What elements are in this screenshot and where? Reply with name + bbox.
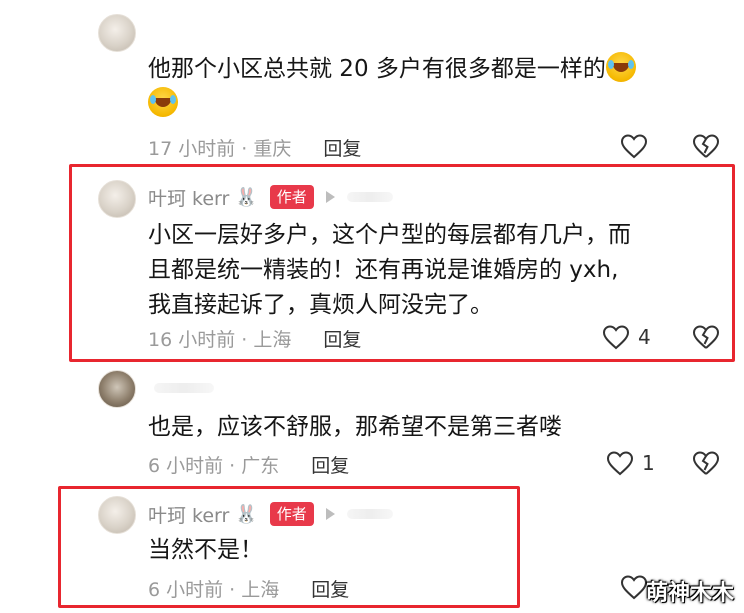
comment-text: 当然不是！: [148, 537, 263, 563]
heart-icon: [620, 134, 648, 159]
like-button[interactable]: 1: [606, 450, 655, 476]
rabbit-icon: 🐰: [235, 186, 258, 208]
comment-text: 也是，应该不舒服，那希望不是第三者喽: [148, 414, 562, 440]
comment-meta: 6 小时前 · 上海 回复: [148, 574, 349, 602]
author-badge: 作者: [269, 185, 314, 209]
rabbit-icon: 🐰: [235, 503, 258, 525]
author-row: 叶珂 kerr 🐰 作者: [148, 500, 393, 528]
avatar[interactable]: [98, 14, 136, 52]
like-button[interactable]: [620, 133, 648, 159]
laughing-crying-emoji-icon: [605, 52, 636, 82]
author-name[interactable]: 叶珂 kerr: [148, 184, 229, 211]
like-count: 4: [638, 325, 651, 349]
author-row: 叶珂 kerr 🐰 作者: [148, 183, 393, 211]
name-row: [148, 374, 214, 402]
broken-heart-icon[interactable]: [692, 450, 720, 476]
like-button[interactable]: 4: [602, 324, 651, 350]
comment-text: 小区一层好多户，这个户型的每层都有几户，而 且都是统一精装的！还有再说是谁婚房的…: [148, 222, 631, 318]
time-location: 17 小时前 · 重庆: [148, 137, 292, 160]
reply-button[interactable]: 回复: [311, 451, 349, 478]
like-button[interactable]: [620, 574, 648, 600]
watermark: 萌神木木: [645, 581, 734, 606]
time-location: 16 小时前 · 上海: [148, 328, 292, 351]
blurred-name: [346, 509, 393, 519]
blurred-name: [154, 383, 214, 393]
avatar[interactable]: [98, 180, 136, 218]
avatar[interactable]: [98, 370, 136, 408]
heart-icon: [606, 451, 634, 476]
reply-button[interactable]: 回复: [323, 325, 361, 352]
time-location: 6 小时前 · 上海: [148, 578, 280, 601]
play-icon: [325, 191, 335, 203]
play-icon: [325, 508, 335, 520]
avatar[interactable]: [98, 496, 136, 534]
heart-icon: [602, 325, 630, 350]
reply-button[interactable]: 回复: [311, 575, 349, 602]
broken-heart-icon[interactable]: [692, 133, 720, 159]
time-location: 6 小时前 · 广东: [148, 454, 280, 477]
blurred-name: [346, 192, 393, 202]
like-count: 1: [642, 451, 655, 475]
comment-meta: 6 小时前 · 广东 回复: [148, 450, 349, 478]
heart-icon: [620, 575, 648, 600]
comment-text: 他那个小区总共就 20 多户有很多都是一样的: [148, 52, 708, 122]
author-name[interactable]: 叶珂 kerr: [148, 501, 229, 528]
author-badge: 作者: [269, 502, 314, 526]
broken-heart-icon[interactable]: [692, 324, 720, 350]
comment-meta: 17 小时前 · 重庆 回复: [148, 133, 361, 161]
comment-meta: 16 小时前 · 上海 回复: [148, 324, 361, 352]
laughing-crying-emoji-icon: [148, 87, 178, 117]
reply-button[interactable]: 回复: [323, 134, 361, 161]
